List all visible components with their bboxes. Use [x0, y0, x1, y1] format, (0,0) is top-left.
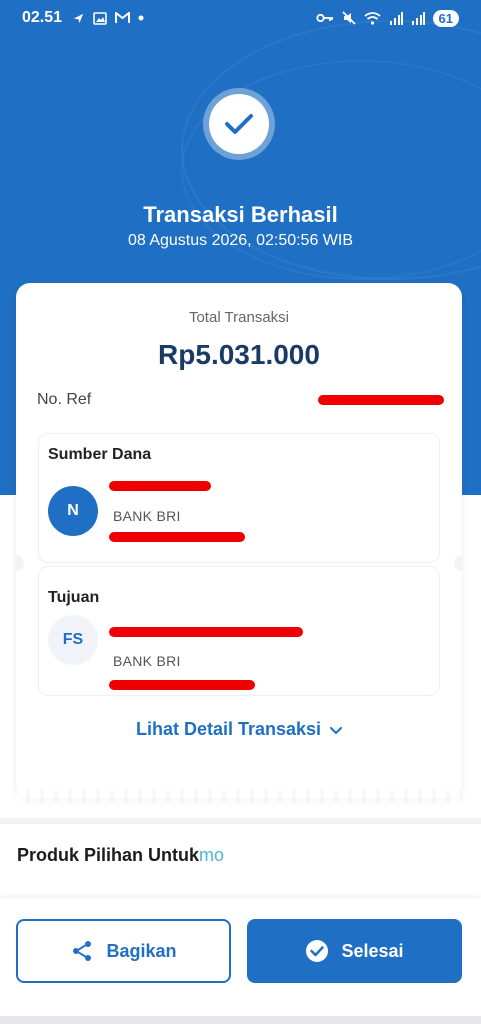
wifi-icon — [363, 11, 381, 25]
source-heading: Sumber Dana — [48, 446, 152, 463]
redaction-mark — [109, 680, 255, 690]
done-button[interactable]: Selesai — [247, 919, 462, 983]
destination-bank-name: BANK BRI — [113, 653, 181, 669]
share-button-label: Bagikan — [106, 940, 177, 961]
receipt-torn-edge — [16, 790, 462, 802]
done-button-label: Selesai — [341, 940, 404, 961]
redaction-mark — [109, 532, 245, 542]
destination-heading: Tujuan — [48, 589, 100, 606]
total-label: Total Transaksi — [188, 309, 290, 326]
products-title-accent: mo — [199, 845, 225, 865]
receipt-notch — [454, 555, 462, 571]
signal-icon — [389, 11, 403, 25]
destination-avatar: FS — [48, 615, 98, 665]
products-title-text: Produk Pilihan Untuk — [17, 845, 200, 865]
receipt-notch — [16, 555, 24, 571]
mute-icon — [341, 11, 356, 25]
destination-section: Tujuan FS BANK BRI — [38, 566, 440, 696]
success-badge — [203, 88, 275, 160]
status-bar: 02.51 61 — [0, 0, 481, 36]
status-time: 02.51 — [22, 9, 63, 26]
receipt-card: Total Transaksi Rp5.031.000 No. Ref Sumb… — [16, 283, 462, 798]
redaction-mark — [318, 395, 444, 405]
redaction-mark — [109, 481, 211, 491]
source-bank-name: BANK BRI — [113, 508, 181, 524]
detail-link-label: Lihat Detail Transaksi — [135, 719, 322, 739]
redaction-mark — [109, 627, 303, 637]
section-divider — [0, 818, 481, 824]
source-of-funds-section: Sumber Dana N BANK BRI — [38, 433, 440, 563]
navigation-icon — [73, 13, 84, 23]
action-bar: Bagikan Selesai — [0, 898, 481, 1024]
source-avatar: N — [48, 486, 98, 536]
gmail-icon — [115, 12, 131, 23]
view-transaction-detail-link[interactable]: Lihat Detail Transaksi — [16, 719, 462, 740]
page-title: Transaksi Berhasil — [143, 202, 338, 227]
products-section-title: Produk Pilihan Untukmo — [17, 845, 224, 866]
battery-indicator: 61 — [432, 9, 459, 27]
share-button[interactable]: Bagikan — [16, 919, 231, 983]
total-amount: Rp5.031.000 — [158, 339, 320, 370]
transaction-datetime: 08 Agustus 2026, 02:50:56 WIB — [127, 232, 354, 249]
signal-icon — [411, 11, 425, 25]
key-icon — [315, 13, 333, 23]
check-circle-icon — [306, 940, 329, 962]
dot-icon — [138, 15, 144, 21]
gallery-icon — [93, 11, 107, 25]
reference-label: No. Ref — [37, 391, 92, 408]
chevron-down-icon — [330, 727, 343, 735]
share-icon — [73, 941, 92, 961]
system-nav-bar — [0, 1016, 481, 1024]
checkmark-icon — [225, 114, 253, 134]
